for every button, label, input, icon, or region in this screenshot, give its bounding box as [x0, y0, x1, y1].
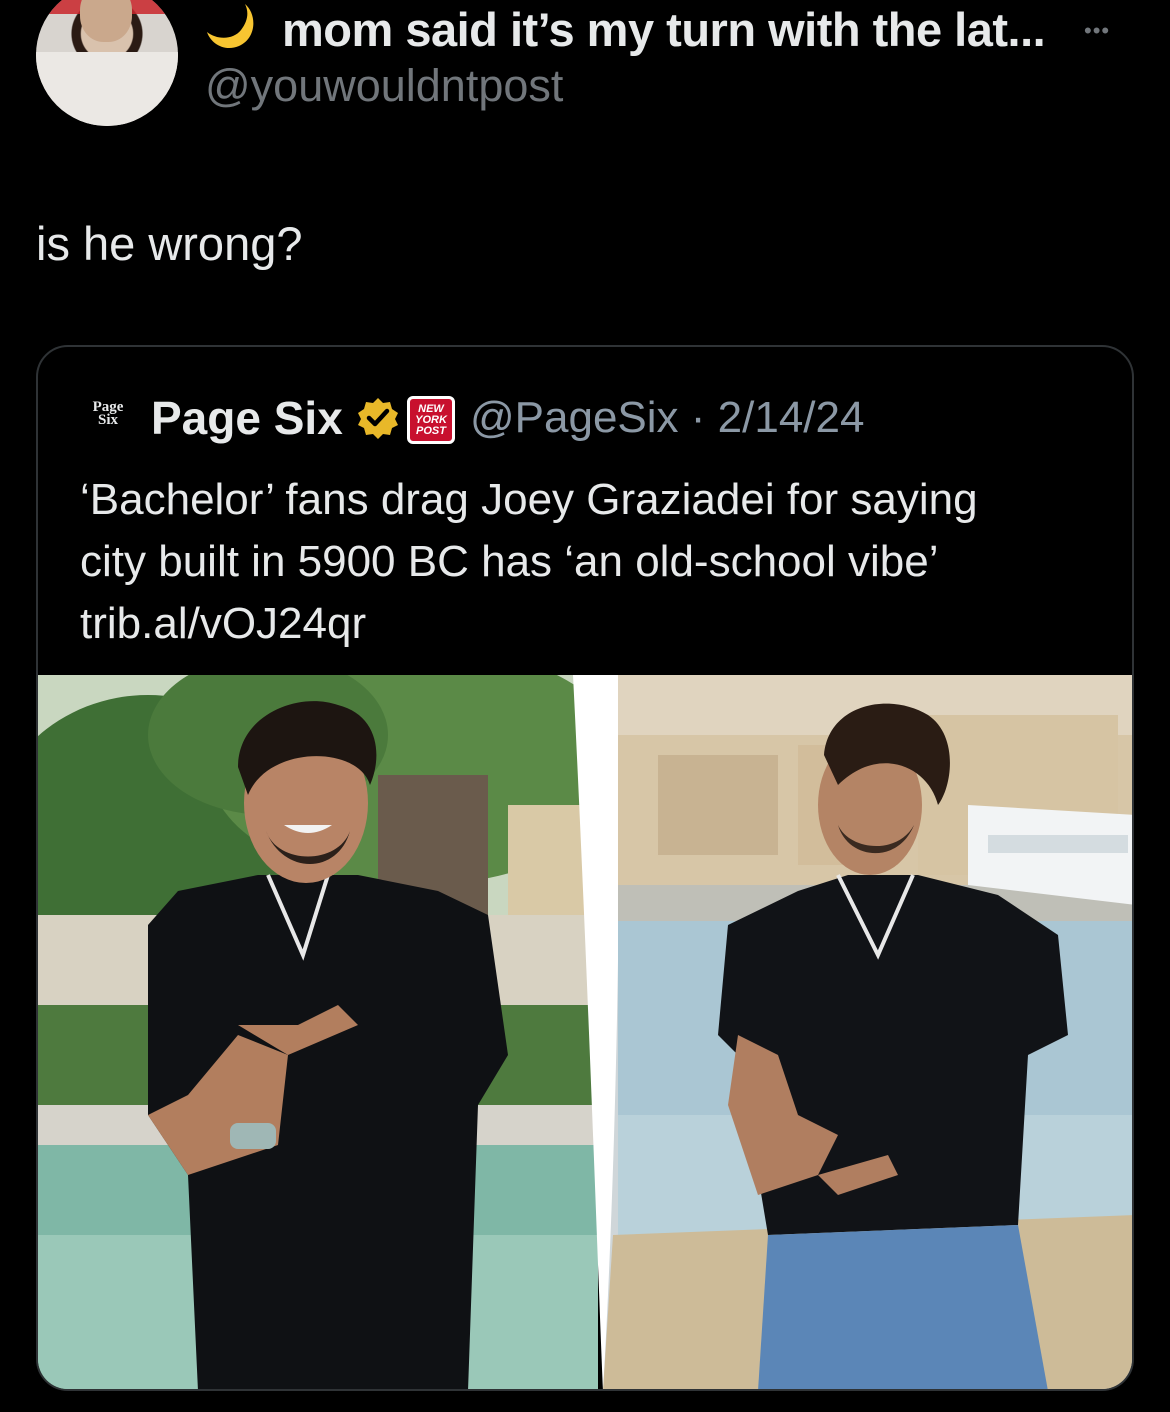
author-display-name[interactable]: mom said it’s my turn with the lat...	[282, 2, 1046, 57]
quoted-tweet-card[interactable]: Page Six Page Six NEW YORK POST @PageSix…	[36, 345, 1134, 1391]
more-options-icon[interactable]: •••	[1084, 18, 1110, 44]
verified-badge-icon	[358, 398, 398, 439]
affiliate-badge-icon: NEW YORK POST	[407, 396, 455, 444]
quoted-text: ‘Bachelor’ fans drag Joey Graziadei for …	[80, 469, 1080, 655]
quoted-author-name[interactable]: Page Six	[151, 391, 343, 445]
quoted-link[interactable]: trib.al/vOJ24qr	[80, 593, 1080, 655]
avatar-shirt-logo	[72, 88, 152, 106]
quoted-media-image[interactable]	[38, 675, 1132, 1389]
crescent-moon-icon	[207, 4, 254, 49]
avatar-face	[80, 0, 132, 42]
author-avatar[interactable]	[36, 0, 178, 126]
quoted-handle-date[interactable]: @PageSix · 2/14/24	[470, 393, 864, 443]
author-handle[interactable]: @youwouldntpost	[205, 60, 563, 112]
media-photo-collage	[38, 675, 1132, 1389]
tweet-text: is he wrong?	[36, 217, 303, 270]
left-photo	[38, 675, 628, 1389]
quoted-text-line: ‘Bachelor’ fans drag Joey Graziadei for …	[80, 475, 978, 524]
tweet-view: mom said it’s my turn with the lat... ••…	[0, 0, 1170, 1412]
right-photo	[603, 675, 1132, 1389]
quoted-author-avatar[interactable]: Page Six	[86, 400, 130, 435]
quoted-text-line: city built in 5900 BC has ‘an old-school…	[80, 537, 939, 586]
